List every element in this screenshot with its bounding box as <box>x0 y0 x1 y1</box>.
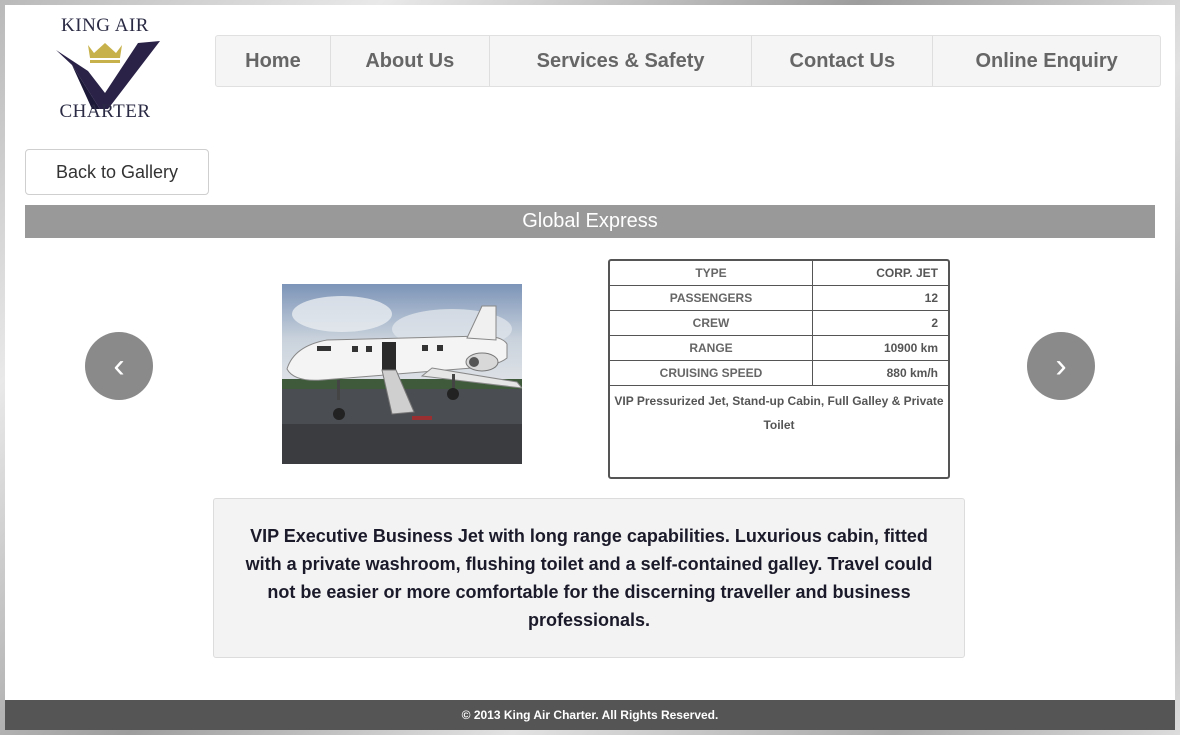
nav-home[interactable]: Home <box>216 36 331 86</box>
spec-key: PASSENGERS <box>610 285 813 311</box>
back-to-gallery-button[interactable]: Back to Gallery <box>25 149 209 195</box>
spec-key: CRUISING SPEED <box>610 360 813 386</box>
table-row: RANGE 10900 km <box>610 335 948 361</box>
logo-text-bottom: CHARTER <box>59 101 151 122</box>
carousel-prev-button[interactable]: ‹ <box>85 332 153 400</box>
specs-note: VIP Pressurized Jet, Stand-up Cabin, Ful… <box>614 394 944 432</box>
nav-contact-us[interactable]: Contact Us <box>752 36 934 86</box>
jet-image <box>282 284 522 464</box>
aircraft-description: VIP Executive Business Jet with long ran… <box>245 526 933 630</box>
nav-services-safety[interactable]: Services & Safety <box>490 36 753 86</box>
chevron-right-icon: › <box>1055 346 1067 385</box>
nav-about-us[interactable]: About Us <box>331 36 490 86</box>
description-panel: VIP Executive Business Jet with long ran… <box>213 498 965 658</box>
footer-copyright: © 2013 King Air Charter. All Rights Rese… <box>5 700 1175 730</box>
spec-value: CORP. JET <box>812 261 948 286</box>
table-row: CREW 2 <box>610 310 948 336</box>
spec-value: 2 <box>812 310 948 336</box>
main-nav: Home About Us Services & Safety Contact … <box>215 35 1161 87</box>
table-row: TYPE CORP. JET <box>610 261 948 286</box>
king-air-charter-logo[interactable]: KING AIR CHARTER <box>50 13 160 125</box>
aircraft-title: Global Express <box>25 205 1155 238</box>
aircraft-photo <box>282 284 522 464</box>
page-container: KING AIR CHARTER Home About Us Services … <box>5 5 1175 730</box>
spec-key: RANGE <box>610 335 813 361</box>
nav-online-enquiry[interactable]: Online Enquiry <box>933 36 1160 86</box>
spec-value: 880 km/h <box>812 360 948 386</box>
logo-text-top: KING AIR <box>61 15 149 36</box>
table-row: PASSENGERS 12 <box>610 285 948 311</box>
spec-key: TYPE <box>610 261 813 286</box>
spec-value: 12 <box>812 285 948 311</box>
carousel-next-button[interactable]: › <box>1027 332 1095 400</box>
specs-table: TYPE CORP. JET PASSENGERS 12 CREW 2 RANG… <box>608 259 950 479</box>
chevron-left-icon: ‹ <box>113 346 125 385</box>
spec-key: CREW <box>610 310 813 336</box>
table-row: CRUISING SPEED 880 km/h <box>610 360 948 386</box>
spec-value: 10900 km <box>812 335 948 361</box>
